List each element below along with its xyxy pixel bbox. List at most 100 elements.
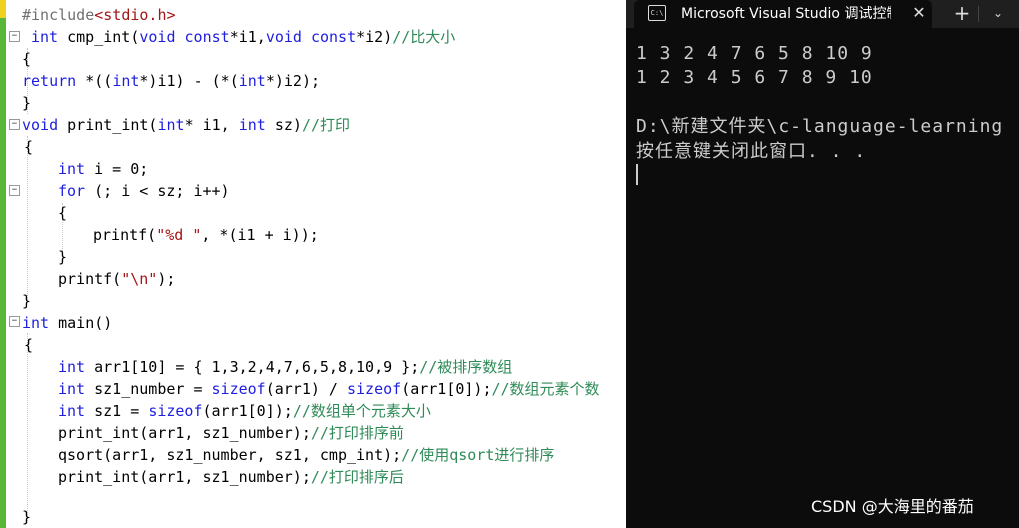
code-token: *)i2); (265, 72, 321, 90)
code-token: *)i1) - (*( (139, 72, 239, 90)
keyword-token: int (58, 380, 86, 398)
close-icon[interactable]: ✕ (910, 3, 928, 23)
unsaved-change-marker (0, 0, 6, 18)
string-token: "%d " (156, 226, 202, 244)
code-line: print_int(arr1, sz1_number);//打印排序后 (58, 466, 404, 488)
indent-guide (27, 333, 28, 523)
keyword-token: for (58, 182, 86, 200)
code-line: { (22, 48, 31, 70)
keyword-token: int (22, 314, 50, 332)
console-titlebar: C:\ Microsoft Visual Studio 调试控制台 ✕ + ⌄ (626, 0, 1019, 28)
code-line: int i = 0; (58, 158, 148, 180)
code-line: { (24, 334, 33, 356)
string-token: <stdio.h> (94, 6, 176, 24)
code-token: *i2) (356, 28, 393, 46)
code-token: cmp_int( (58, 28, 140, 46)
code-token: (arr1[0]); (401, 380, 492, 398)
console-tab[interactable]: C:\ Microsoft Visual Studio 调试控制台 ✕ (634, 0, 932, 28)
fold-toggle-icon[interactable]: − (9, 316, 20, 327)
code-line: int main() (22, 312, 112, 334)
comment-token: //打印排序后 (310, 468, 404, 486)
code-token: { (24, 336, 34, 354)
code-line: { (24, 136, 33, 158)
code-token: ); (157, 270, 176, 288)
code-token: *(( (76, 72, 113, 90)
string-token: "\n" (121, 270, 158, 288)
comment-token: //打印排序前 (310, 424, 404, 442)
indent-guide (27, 136, 28, 302)
fold-toggle-icon[interactable]: − (9, 185, 20, 196)
code-line: int sz1 = sizeof(arr1[0]);//数组单个元素大小 (58, 400, 431, 422)
code-token: } (58, 248, 68, 266)
code-editor[interactable]: − − − − #include<stdio.h> int cmp_int(voi… (0, 0, 626, 528)
code-token: print_int(arr1, sz1_number); (58, 424, 311, 442)
console-output-line: 1 3 2 4 7 6 5 8 10 9 (636, 43, 873, 64)
preprocessor-token: #include (22, 6, 95, 24)
chevron-down-icon[interactable]: ⌄ (988, 3, 1008, 23)
keyword-token: void const (265, 28, 357, 46)
console-window[interactable]: C:\ Microsoft Visual Studio 调试控制台 ✕ + ⌄ … (626, 0, 1019, 528)
code-token: sz) (265, 116, 302, 134)
code-line: } (22, 290, 31, 312)
code-token: { (24, 138, 34, 156)
code-token: (arr1) / (265, 380, 347, 398)
comment-token: //比大小 (392, 28, 456, 46)
code-token: { (58, 204, 68, 222)
keyword-token: int (58, 402, 86, 420)
keyword-token: int (238, 116, 266, 134)
code-line: #include<stdio.h> (22, 4, 176, 26)
code-token: i = 0; (85, 160, 149, 178)
change-tracking-bar (0, 0, 6, 528)
keyword-token: return (22, 72, 77, 90)
code-token: , *(i1 + i)); (201, 226, 319, 244)
keyword-token: int (31, 28, 59, 46)
titlebar-divider (978, 6, 979, 22)
keyword-token: int (58, 358, 86, 376)
code-line: int arr1[10] = { 1,3,2,4,7,6,5,8,10,9 };… (58, 356, 512, 378)
code-line: for (; i < sz; i++) (58, 180, 230, 202)
fold-toggle-icon[interactable]: − (9, 119, 20, 130)
comment-token: //数组单个元素大小 (292, 402, 431, 420)
keyword-token: sizeof (211, 380, 266, 398)
code-token: print_int( (58, 116, 158, 134)
keyword-token: void const (139, 28, 230, 46)
code-line: { (58, 202, 67, 224)
code-line: printf("\n"); (58, 268, 175, 290)
comment-token: //打印 (301, 116, 351, 134)
code-line: int sz1_number = sizeof(arr1) / sizeof(a… (58, 378, 600, 400)
console-output-line: D:\新建文件夹\c-language-learning (636, 116, 1004, 137)
code-token: } (22, 292, 32, 310)
code-line: qsort(arr1, sz1_number, sz1, cmp_int);//… (58, 444, 554, 466)
code-token: } (22, 94, 32, 112)
fold-toggle-icon[interactable]: − (9, 31, 20, 42)
console-output-line: 按任意键关闭此窗口. . . (636, 141, 867, 162)
code-line: print_int(arr1, sz1_number);//打印排序前 (58, 422, 404, 444)
watermark: CSDN @大海里的番茄 (811, 497, 974, 516)
code-token: printf( (58, 270, 122, 288)
code-line: } (22, 506, 31, 528)
code-token: qsort(arr1, sz1_number, sz1, cmp_int); (58, 446, 402, 464)
comment-token: //使用qsort进行排序 (401, 446, 555, 464)
code-token: * i1, (184, 116, 239, 134)
terminal-icon: C:\ (648, 5, 666, 21)
code-line: void print_int(int* i1, int sz)//打印 (22, 114, 350, 136)
code-token: arr1[10] = { 1,3,2,4,7,6,5,8,10,9 }; (85, 358, 420, 376)
text-cursor (636, 164, 638, 185)
tab-title: Microsoft Visual Studio 调试控制台 (681, 6, 891, 22)
keyword-token: int (238, 72, 266, 90)
keyword-token: sizeof (148, 402, 203, 420)
code-token: (arr1[0]); (202, 402, 293, 420)
code-token: print_int(arr1, sz1_number); (58, 468, 311, 486)
keyword-token: int (58, 160, 86, 178)
new-tab-button[interactable]: + (951, 2, 973, 24)
code-line: return *((int*)i1) - (*(int*)i2); (22, 70, 320, 92)
code-token: (; i < sz; i++) (85, 182, 230, 200)
code-token: main() (49, 314, 113, 332)
code-token: *i1, (229, 28, 266, 46)
code-token: sz1 = (85, 402, 149, 420)
code-line: printf("%d ", *(i1 + i)); (93, 224, 319, 246)
code-token: sz1_number = (85, 380, 212, 398)
comment-token: //数组元素个数 (491, 380, 600, 398)
code-line: } (22, 92, 31, 114)
code-token: } (22, 508, 32, 526)
